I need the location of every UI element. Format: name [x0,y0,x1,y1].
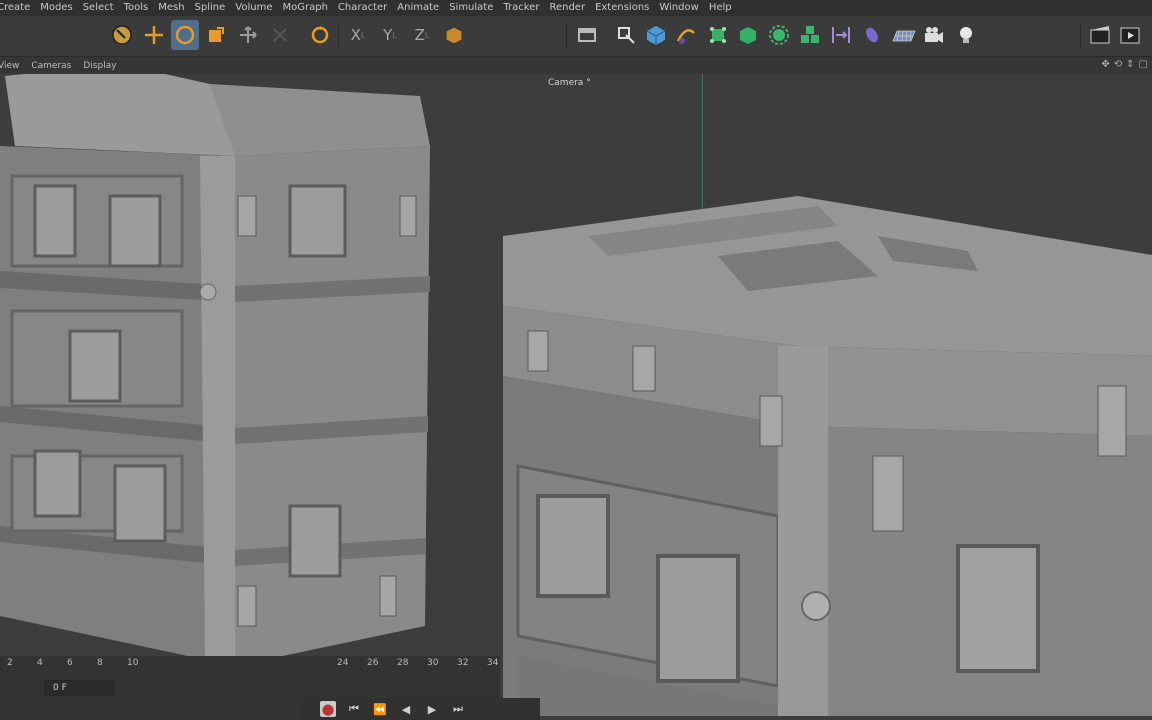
spline-pen-icon[interactable] [672,20,700,50]
deformer-icon[interactable] [827,20,855,50]
viewport-menu-cameras[interactable]: Cameras [25,61,77,71]
menu-item-character[interactable]: Character [333,0,392,16]
cube-icon[interactable] [642,20,670,50]
prev-frame-icon[interactable]: ◀ [398,701,414,717]
toolbar-separator [566,24,567,48]
timeline-tick: 32 [457,658,469,668]
menu-item-select[interactable]: Select [78,0,119,16]
z-axis-lock-button[interactable]: ZL [408,20,436,50]
extrude-icon[interactable] [734,20,762,50]
camera-suffix: ° [586,78,591,88]
render-picture-viewer-icon[interactable] [1116,20,1144,50]
menu-item-simulate[interactable]: Simulate [444,0,498,16]
timeline-tick: 8 [97,658,103,668]
menu-item-tracker[interactable]: Tracker [498,0,544,16]
menu-item-mograph[interactable]: MoGraph [277,0,332,16]
toolbar-separator [1080,24,1081,48]
x-axis-lock-button[interactable]: XL [344,20,372,50]
timeline-tick: 24 [337,658,349,668]
undo-rotate-icon[interactable] [306,20,334,50]
pan-icon[interactable]: ✥ [1101,59,1109,70]
play-icon[interactable]: ▶ [424,701,440,717]
x-axis-label: X [350,26,361,44]
mograph-icon[interactable] [796,20,824,50]
timeline-tick: 30 [427,658,439,668]
y-axis-lock-button[interactable]: YL [376,20,404,50]
viewport-menu-bar: View Cameras Display [0,57,1152,74]
light-icon[interactable] [952,20,980,50]
viewport-nav-icons: ✥ ⟲ ⇕ ▢ [1101,59,1148,70]
camera-icon[interactable] [920,20,948,50]
render-view-icon[interactable] [1086,20,1114,50]
menu-bar: Create Modes Select Tools Mesh Spline Volume Mo… [0,0,1152,16]
field-icon[interactable] [858,20,886,50]
viewport-menu-view[interactable]: View [0,61,25,71]
move-icon[interactable] [140,20,168,50]
timeline-ruler[interactable]: 2 4 6 8 10 24 26 28 30 32 34 [0,656,500,674]
coordinate-system-icon[interactable] [440,20,468,50]
timeline-tick: 2 [7,658,13,668]
timeline-tick: 4 [37,658,43,668]
menu-item-animate[interactable]: Animate [392,0,444,16]
prev-key-icon[interactable]: ⏪ [372,701,388,717]
menu-item-spline[interactable]: Spline [190,0,231,16]
playback-controls: ⬤ ⏮ ⏪ ◀ ▶ ⏭ [300,698,540,720]
toolbar-separator [338,24,339,48]
zoom-icon[interactable]: ⇕ [1126,59,1134,70]
case-model-tall [0,74,430,666]
record-icon[interactable]: ⬤ [320,701,336,717]
render-region-icon[interactable] [573,20,601,50]
3d-viewport[interactable]: Camera ° [0,74,1152,720]
go-to-start-icon[interactable]: ⏮ [346,701,362,717]
menu-item-render[interactable]: Render [544,0,590,16]
orbit-icon[interactable]: ⟲ [1114,59,1122,70]
main-toolbar: XL YL ZL [0,16,1152,57]
rotate-icon[interactable] [171,20,199,50]
timeline-tick: 6 [67,658,73,668]
menu-item-volume[interactable]: Volume [230,0,277,16]
menu-item-modes[interactable]: Modes [35,0,77,16]
live-selection-icon[interactable] [108,20,136,50]
timeline-tick: 26 [367,658,379,668]
cloner-icon[interactable] [765,20,793,50]
timeline-tick: 10 [127,658,139,668]
scale-icon[interactable] [202,20,230,50]
menu-item-mesh[interactable]: Mesh [153,0,189,16]
menu-item-create[interactable]: Create [0,0,35,16]
menu-item-extensions[interactable]: Extensions [590,0,654,16]
camera-label: Camera ° [548,78,591,88]
maximize-icon[interactable]: ▢ [1139,59,1148,70]
z-axis-label: Z [414,26,425,44]
camera-name: Camera [548,78,584,88]
viewport-menu-display[interactable]: Display [77,61,122,71]
subdivision-icon[interactable] [704,20,732,50]
timeline-tick: 34 [487,658,499,668]
pen-icon[interactable] [612,20,640,50]
go-to-end-icon[interactable]: ⏭ [450,701,466,717]
menu-item-tools[interactable]: Tools [119,0,154,16]
floor-icon[interactable] [890,20,918,50]
menu-item-help[interactable]: Help [704,0,737,16]
case-model-large [503,196,1152,716]
y-axis-guide [702,74,703,214]
current-frame-field[interactable]: 0 F [44,680,114,696]
transform-icon[interactable] [234,20,262,50]
menu-item-window[interactable]: Window [654,0,703,16]
y-axis-label: Y [383,26,393,44]
timeline-tick: 28 [397,658,409,668]
dim-tool-icon[interactable] [266,20,294,50]
